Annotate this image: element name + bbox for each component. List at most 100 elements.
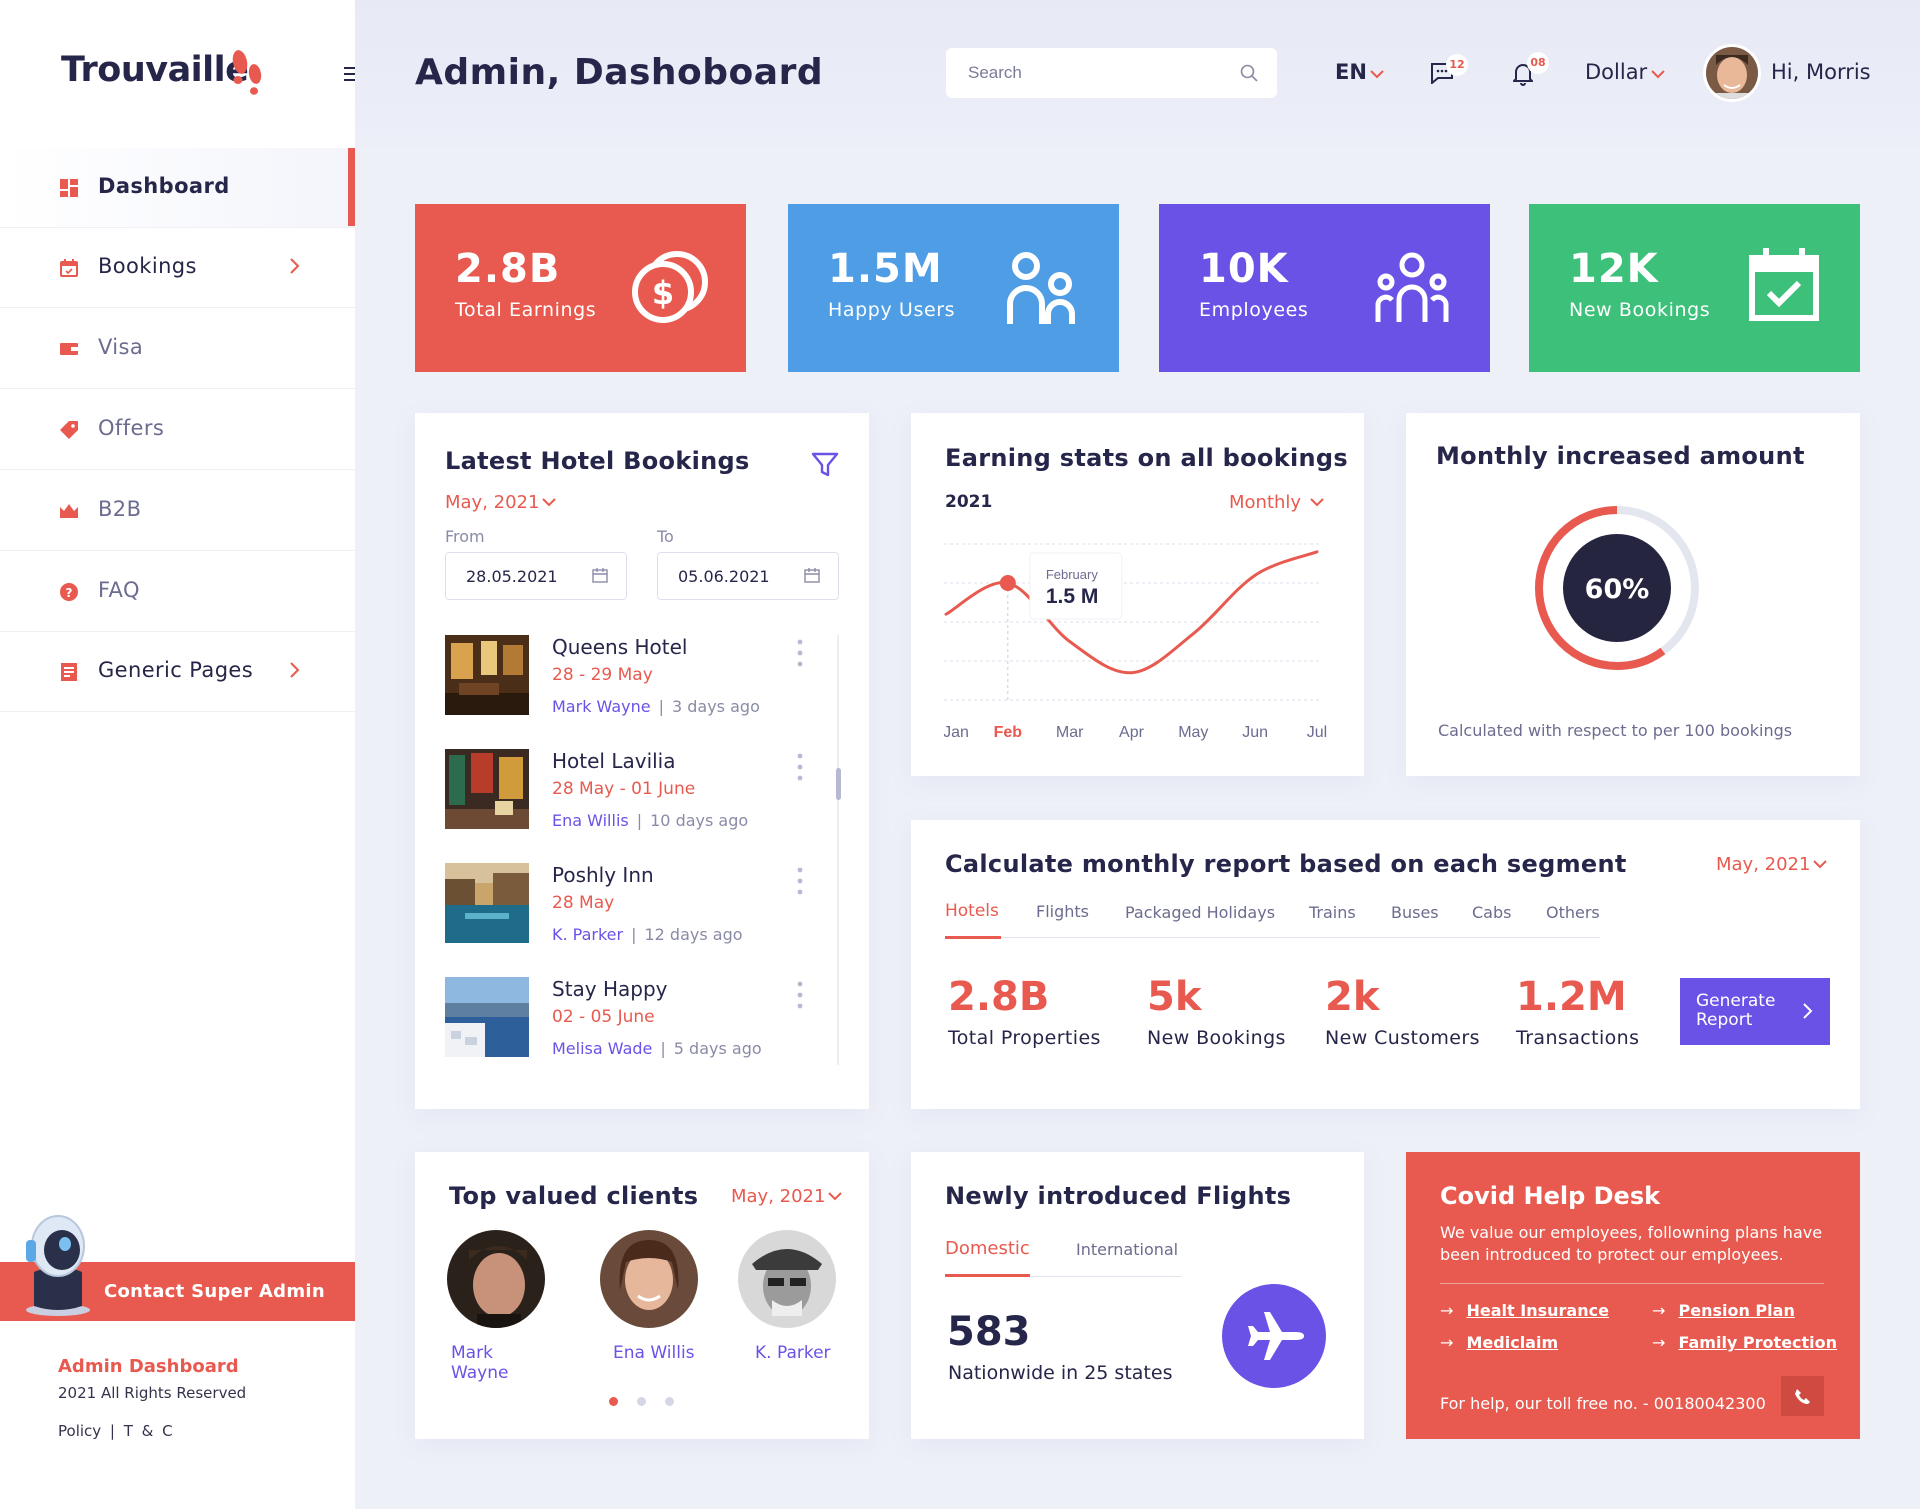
calendar-icon[interactable] [804, 567, 820, 583]
phone-icon [1795, 1389, 1810, 1404]
booking-guest[interactable]: K. Parker [552, 925, 623, 944]
chevron-down-icon[interactable] [1813, 859, 1827, 869]
sidebar-item-offers[interactable]: Offers [0, 390, 355, 470]
carousel-dot[interactable] [637, 1397, 646, 1406]
stat-label: New Bookings [1569, 299, 1711, 321]
earnings-series-line [944, 550, 1319, 675]
sidebar-item-generic-pages[interactable]: Generic Pages [0, 632, 355, 712]
client-avatar[interactable] [738, 1230, 836, 1328]
booking-row[interactable]: Poshly Inn 28 May K. Parker | 12 days ago [445, 863, 825, 944]
stat-value: 12K [1569, 246, 1659, 292]
bookings-scroll-track[interactable] [837, 635, 839, 1065]
sidebar-item-b2b[interactable]: B2B [0, 471, 355, 551]
from-label: From [445, 527, 485, 546]
covid-link-row: → Mediclaim [1440, 1333, 1558, 1352]
client-name[interactable]: Mark Wayne [451, 1343, 551, 1383]
carousel-dot[interactable] [665, 1397, 674, 1406]
generate-report-button[interactable]: Generate Report [1680, 978, 1830, 1045]
stat-card-new-bookings[interactable]: 12K New Bookings [1529, 204, 1860, 372]
tooltip-value: 1.5 M [1046, 585, 1099, 608]
brand-logo-text[interactable]: Trouvaille [61, 50, 249, 90]
booking-row[interactable]: Queens Hotel 28 - 29 May Mark Wayne | 3 da… [445, 635, 825, 716]
stat-card-total-earnings[interactable]: 2.8B Total Earnings $ [415, 204, 746, 372]
booking-guest[interactable]: Melisa Wade [552, 1039, 652, 1058]
call-button[interactable] [1781, 1376, 1824, 1416]
more-options-icon[interactable] [797, 753, 803, 781]
active-tab-underline [945, 1274, 1030, 1277]
x-axis-tick-label: Jun [1242, 724, 1268, 741]
booking-guest[interactable]: Ena Willis [552, 811, 629, 830]
sidebar-item-faq[interactable]: ? FAQ [0, 552, 355, 632]
chevron-down-icon[interactable] [542, 497, 556, 507]
booking-row[interactable]: Stay Happy 02 - 05 June Melisa Wade | 5 da… [445, 977, 825, 1058]
search-input[interactable] [946, 48, 1277, 98]
covid-title: Covid Help Desk [1440, 1182, 1661, 1210]
chart-tooltip: February 1.5 M [1029, 552, 1123, 620]
tab-international[interactable]: International [1076, 1240, 1178, 1259]
language-selector[interactable]: EN [1335, 60, 1367, 84]
chevron-down-icon[interactable] [1310, 497, 1324, 507]
client-avatar[interactable] [600, 1230, 698, 1328]
more-options-icon[interactable] [797, 867, 803, 895]
bookings-scrollbar[interactable] [836, 768, 841, 800]
sidebar-item-visa[interactable]: Visa [0, 309, 355, 389]
stat-card-happy-users[interactable]: 1.5M Happy Users [788, 204, 1119, 372]
tab-cabs[interactable]: Cabs [1472, 903, 1511, 922]
filter-icon[interactable] [811, 452, 839, 478]
chevron-down-icon[interactable] [1370, 69, 1384, 79]
sidebar-item-dashboard[interactable]: Dashboard [0, 148, 355, 228]
active-tab-underline [945, 936, 1001, 939]
user-avatar[interactable] [1703, 44, 1761, 102]
tab-hotels[interactable]: Hotels [945, 901, 999, 921]
footer-links[interactable]: Policy | T & C [58, 1422, 173, 1440]
booking-ago: 5 days ago [673, 1039, 762, 1058]
bookings-title: Latest Hotel Bookings [445, 447, 750, 475]
sidebar-item-label: Visa [98, 335, 144, 359]
calendar-check-icon [1749, 248, 1819, 321]
booking-ago: 12 days ago [644, 925, 743, 944]
more-options-icon[interactable] [797, 981, 803, 1009]
booking-row[interactable]: Hotel Lavilia 28 May - 01 June Ena Willi… [445, 749, 825, 830]
metric-label: New Bookings [1147, 1027, 1286, 1049]
sidebar-item-bookings[interactable]: Bookings [0, 228, 355, 308]
from-date-value: 28.05.2021 [466, 567, 558, 586]
bookings-period-selector[interactable]: May, 2021 [445, 492, 539, 513]
stat-card-employees[interactable]: 10K Employees [1159, 204, 1490, 372]
currency-selector[interactable]: Dollar [1585, 60, 1647, 84]
carousel-dot-active[interactable] [609, 1397, 618, 1406]
calendar-icon[interactable] [592, 567, 608, 583]
stat-label: Employees [1199, 299, 1309, 321]
chevron-down-icon[interactable] [1651, 69, 1665, 79]
x-axis-tick-label: Feb [994, 724, 1023, 741]
x-axis-tick-label: Jan [944, 724, 969, 741]
tab-others[interactable]: Others [1546, 903, 1600, 922]
tab-domestic[interactable]: Domestic [945, 1238, 1030, 1259]
client-name[interactable]: K. Parker [755, 1343, 831, 1363]
family-protection-link[interactable]: Family Protection [1679, 1333, 1838, 1352]
segment-period-selector[interactable]: May, 2021 [1716, 854, 1810, 875]
segment-report-title: Calculate monthly report based on each s… [945, 850, 1627, 878]
health-insurance-link[interactable]: Healt Insurance [1467, 1301, 1609, 1320]
hotel-thumbnail [445, 863, 529, 943]
mediclaim-link[interactable]: Mediclaim [1467, 1333, 1559, 1352]
pension-plan-link[interactable]: Pension Plan [1679, 1301, 1795, 1320]
search-icon[interactable] [1240, 64, 1258, 82]
tab-packaged-holidays[interactable]: Packaged Holidays [1125, 903, 1275, 922]
covid-description: We value our employees, followning plans… [1440, 1223, 1823, 1264]
tab-flights[interactable]: Flights [1036, 902, 1089, 921]
tab-trains[interactable]: Trains [1309, 903, 1356, 922]
booking-guest[interactable]: Mark Wayne [552, 697, 651, 716]
stat-value: 1.5M [828, 246, 943, 292]
flights-title: Newly introduced Flights [945, 1182, 1292, 1210]
tab-buses[interactable]: Buses [1391, 903, 1439, 922]
metric-label: Transactions [1516, 1027, 1640, 1049]
stat-label: Total Earnings [455, 299, 597, 321]
client-avatar[interactable] [447, 1230, 545, 1328]
x-axis-tick-label: May [1178, 724, 1208, 741]
client-name[interactable]: Ena Willis [613, 1343, 695, 1363]
clients-period-selector[interactable]: May, 2021 [731, 1186, 825, 1207]
chevron-down-icon[interactable] [828, 1191, 842, 1201]
earning-period-selector[interactable]: Monthly [1229, 492, 1301, 513]
more-options-icon[interactable] [797, 639, 803, 667]
chevron-right-icon [290, 258, 300, 274]
